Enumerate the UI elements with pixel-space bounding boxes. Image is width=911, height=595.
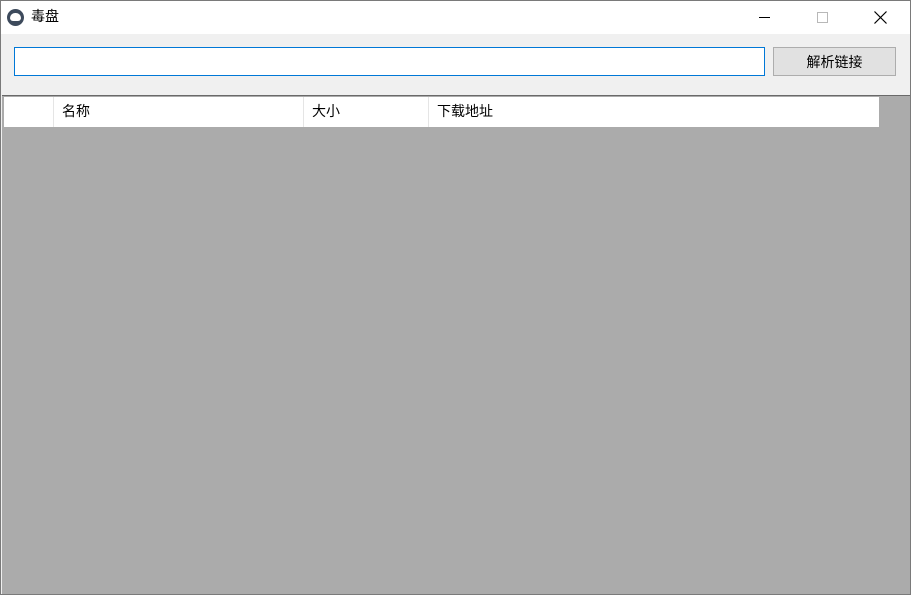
title-bar[interactable]: 毒盘 — [1, 1, 910, 34]
column-header-size[interactable]: 大小 — [304, 97, 429, 127]
close-button[interactable] — [857, 1, 903, 34]
cloud-icon — [7, 9, 24, 26]
app-window: 毒盘 解析链接 名称 大小 下载地址 — [0, 0, 911, 595]
close-icon — [874, 11, 887, 24]
minimize-button[interactable] — [741, 1, 787, 34]
column-header-name[interactable]: 名称 — [54, 97, 304, 127]
maximize-button[interactable] — [799, 1, 845, 34]
table-header: 名称 大小 下载地址 — [4, 97, 879, 127]
url-input[interactable] — [14, 47, 765, 76]
window-title: 毒盘 — [31, 9, 59, 25]
column-header-download-url[interactable]: 下载地址 — [429, 97, 879, 127]
minimize-icon — [759, 17, 770, 18]
parse-link-button[interactable]: 解析链接 — [773, 47, 896, 76]
file-table[interactable]: 名称 大小 下载地址 — [2, 95, 910, 594]
maximize-icon — [817, 12, 828, 23]
column-header-select[interactable] — [4, 97, 54, 127]
